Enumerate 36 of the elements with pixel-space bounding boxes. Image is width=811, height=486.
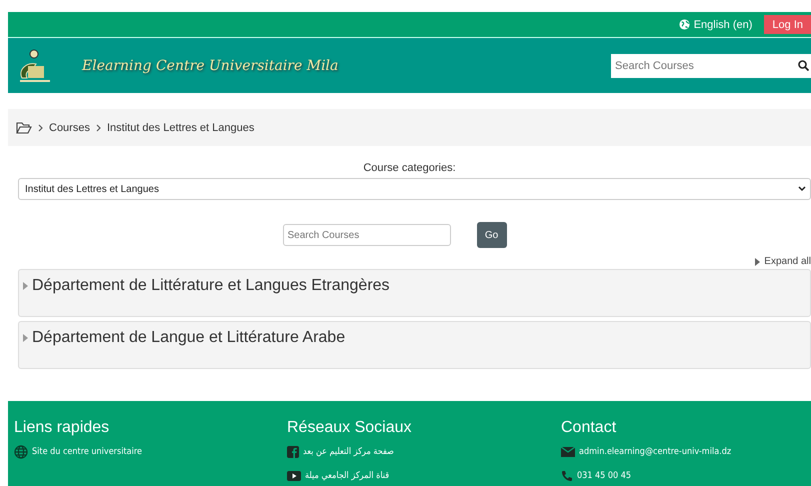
footer-heading: Liens rapides <box>14 419 110 437</box>
chevron-icon <box>96 124 101 132</box>
folder-icon[interactable] <box>16 122 32 134</box>
globe-icon <box>678 19 690 30</box>
footer-link[interactable]: Site du centre universitaire <box>32 447 142 457</box>
expand-all-link[interactable]: Expand all <box>8 256 811 267</box>
facebook-icon <box>287 446 299 458</box>
footer-heading: Réseaux Sociaux <box>287 419 413 437</box>
language-menu[interactable]: English (en) <box>678 18 752 30</box>
site-title[interactable]: Elearning Centre Universitaire Mila <box>82 58 611 74</box>
footer-link[interactable]: 031 45 00 45 <box>577 471 632 481</box>
footer-link[interactable]: صفحة مركز التعليم عن بعد <box>303 447 394 457</box>
language-label[interactable]: English (en) <box>694 18 752 30</box>
play-icon <box>287 471 301 481</box>
go-button[interactable]: Go <box>476 222 506 248</box>
chevron-icon <box>38 124 43 132</box>
caret-icon <box>755 258 760 266</box>
caret-icon <box>798 186 806 192</box>
footer-heading: Contact <box>561 419 618 437</box>
footer-link[interactable]: قناة المركز الجامعي ميلة <box>305 471 390 481</box>
category-select[interactable]: Institut des Lettres et Langues <box>18 178 811 200</box>
category-link[interactable]: Département de Littérature et Langues Etrangères <box>23 277 810 295</box>
login-button[interactable]: Log In <box>764 15 811 34</box>
categories-label: Course categories: <box>363 162 456 174</box>
breadcrumb-link[interactable]: Institut des Lettres et Langues <box>106 122 254 134</box>
globe-icon <box>14 445 28 459</box>
search-field[interactable]: Search Courses <box>611 54 811 78</box>
search-field[interactable]: Search Courses <box>282 224 450 246</box>
search-icon[interactable] <box>798 60 809 70</box>
caret-icon <box>23 282 28 290</box>
footer-link[interactable]: admin.elearning@centre-univ-mila.dz <box>579 447 732 457</box>
phone-icon <box>561 470 573 482</box>
category-link[interactable]: Département de Langue et Littérature Arabe <box>23 329 810 347</box>
envelope-icon <box>561 447 575 457</box>
breadcrumb-link[interactable]: Courses <box>49 122 90 134</box>
caret-icon <box>23 334 28 342</box>
